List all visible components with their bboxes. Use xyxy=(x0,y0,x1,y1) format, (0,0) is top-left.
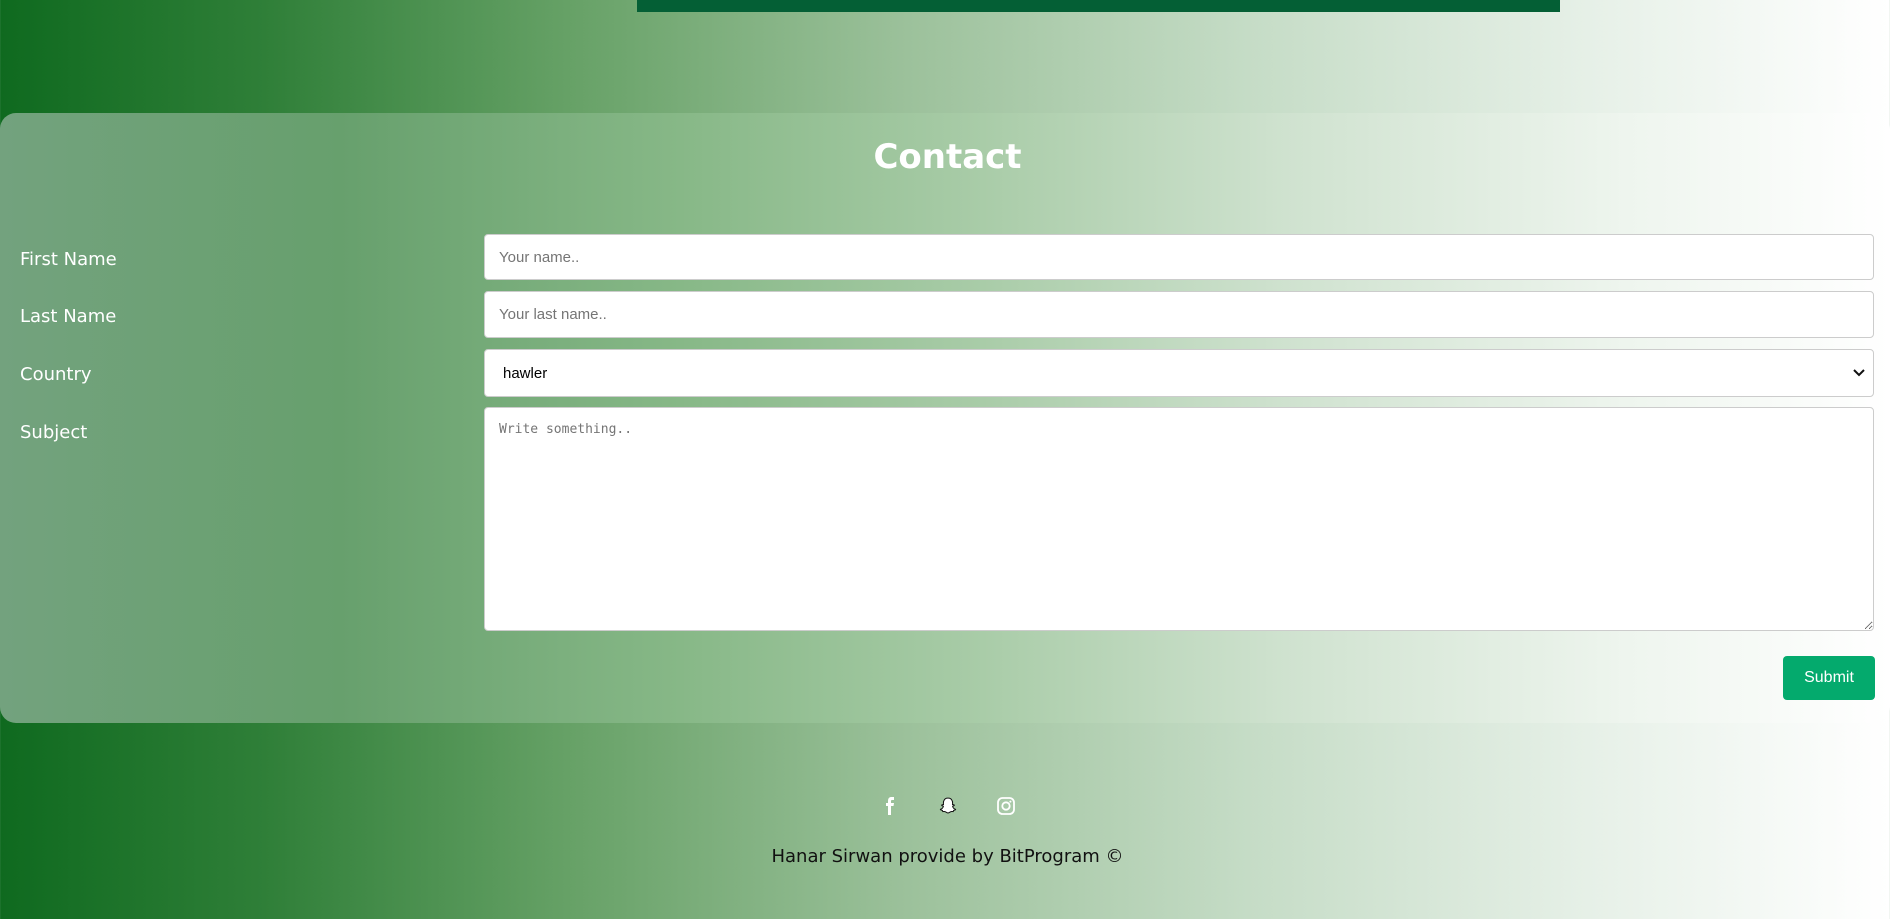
subject-textarea[interactable] xyxy=(484,407,1874,631)
submit-button[interactable]: Submit xyxy=(1783,656,1875,700)
chevron-down-icon xyxy=(1851,365,1867,381)
snapchat-icon[interactable] xyxy=(938,796,958,816)
instagram-icon[interactable] xyxy=(996,796,1016,816)
last-name-field[interactable] xyxy=(484,291,1874,338)
country-label: Country xyxy=(20,364,92,385)
social-links xyxy=(0,796,1890,816)
country-select[interactable]: hawler xyxy=(484,349,1874,397)
facebook-icon[interactable] xyxy=(880,796,900,816)
page-title: Contact xyxy=(873,137,1022,177)
first-name-label: First Name xyxy=(20,249,117,270)
subject-label: Subject xyxy=(20,422,88,443)
first-name-field[interactable] xyxy=(484,234,1874,280)
top-accent-bar xyxy=(637,0,1560,12)
country-selected-value: hawler xyxy=(503,364,548,382)
last-name-label: Last Name xyxy=(20,306,117,327)
contact-panel: Contact First Name Last Name Country haw… xyxy=(0,113,1890,723)
footer-credit: Hanar Sirwan provide by BitProgram © xyxy=(771,846,1124,867)
